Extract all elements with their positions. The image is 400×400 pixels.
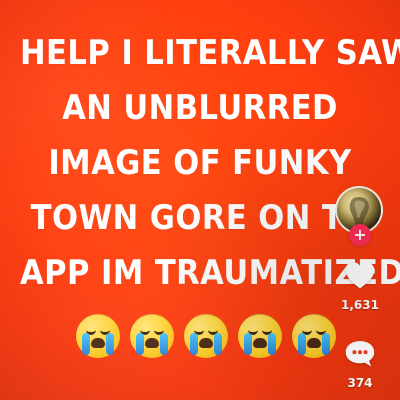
plus-icon: + <box>353 225 367 244</box>
mouth <box>253 338 267 348</box>
tear-right <box>160 333 168 355</box>
tear-right <box>214 333 222 355</box>
follow-button[interactable]: + <box>349 224 371 246</box>
loudly-crying-face-icon <box>238 314 282 358</box>
tear-left <box>244 333 252 355</box>
right-action-rail: + 1,631 374 <box>330 186 390 400</box>
loudly-crying-face-icon <box>76 314 120 358</box>
tear-right <box>322 333 330 355</box>
mouth <box>307 338 321 348</box>
overlay-line-5: APP IM TRAUMATIZED <box>20 253 400 293</box>
mouth <box>199 338 213 348</box>
loudly-crying-face-icon <box>130 314 174 358</box>
tear-left <box>136 333 144 355</box>
overlay-line-1: HELP I LITERALLY SAW <box>20 33 400 73</box>
like-count: 1,631 <box>341 298 379 312</box>
overlay-line-2: AN UNBLURRED <box>62 88 338 128</box>
mouth <box>145 338 159 348</box>
like-action[interactable]: 1,631 <box>330 256 390 312</box>
emoji-row <box>76 314 336 358</box>
overlay-line-4: TOWN GORE ON TH <box>30 198 370 238</box>
tear-right <box>106 333 114 355</box>
video-player[interactable]: HELP I LITERALLY SAW AN UNBLURRED IMAGE … <box>0 0 400 400</box>
tear-left <box>298 333 306 355</box>
comment-action[interactable]: 374 <box>330 334 390 390</box>
comment-count: 374 <box>347 376 373 390</box>
loudly-crying-face-icon <box>184 314 228 358</box>
heart-icon <box>345 262 375 289</box>
video-caption-overlay: HELP I LITERALLY SAW AN UNBLURRED IMAGE … <box>20 26 400 301</box>
comment-icon <box>345 341 375 367</box>
overlay-line-3: IMAGE OF FUNKY <box>48 143 352 183</box>
creator-avatar-wrap[interactable]: + <box>335 186 383 246</box>
tear-left <box>190 333 198 355</box>
tear-right <box>268 333 276 355</box>
tear-left <box>82 333 90 355</box>
mouth <box>91 338 105 348</box>
